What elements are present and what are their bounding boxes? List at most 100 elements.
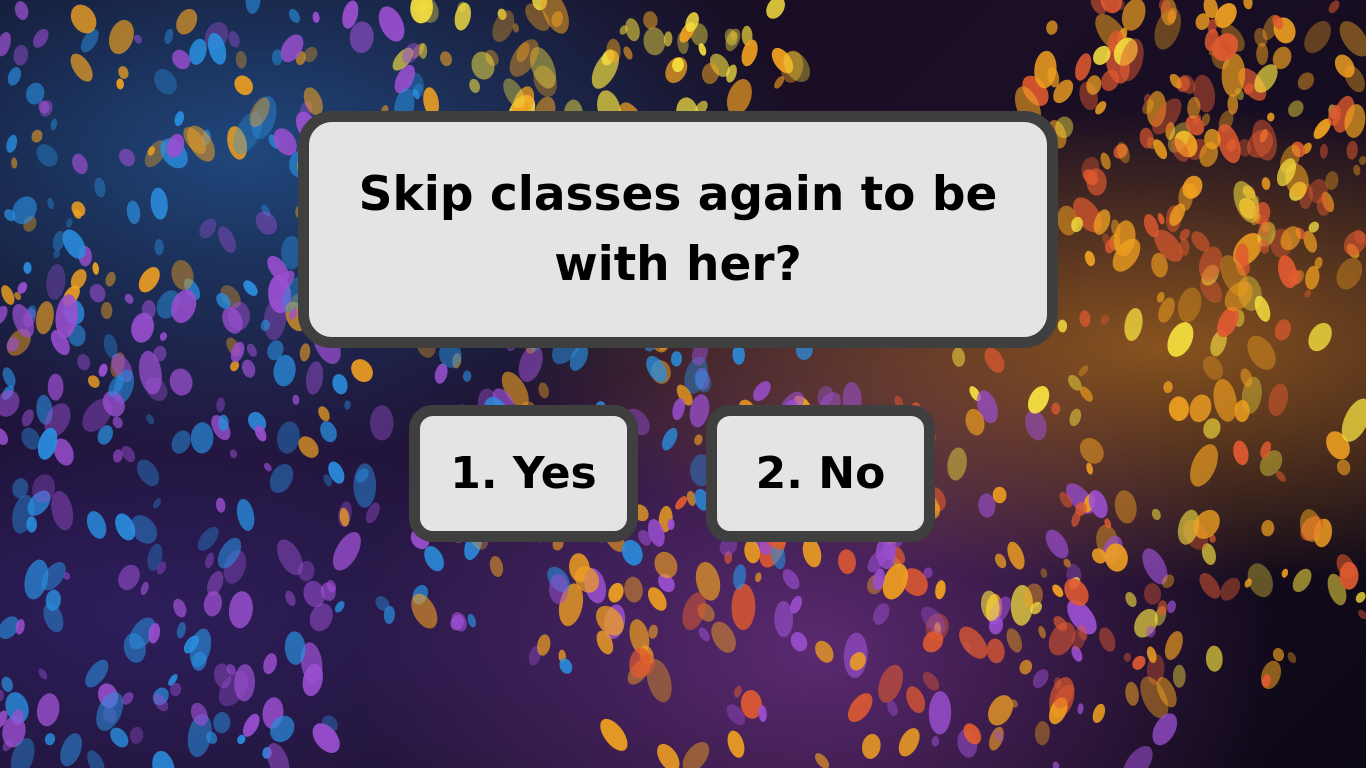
light-dot — [1190, 444, 1218, 487]
light-dot — [1166, 600, 1177, 614]
light-dot — [947, 447, 967, 481]
light-dot — [643, 11, 658, 30]
light-dot — [1319, 143, 1328, 159]
light-dot — [662, 427, 678, 451]
light-dot — [312, 11, 320, 23]
light-dot — [1358, 609, 1366, 620]
light-dot — [1114, 490, 1137, 524]
light-dot — [87, 750, 105, 768]
light-dot — [1027, 386, 1050, 414]
light-dot — [264, 462, 272, 472]
light-dot — [419, 42, 428, 59]
choice-yes-button[interactable]: 1. Yes — [409, 405, 638, 542]
light-dot — [643, 27, 666, 56]
light-dot — [1304, 20, 1331, 54]
light-dot — [741, 39, 758, 67]
light-dot — [129, 726, 144, 744]
choice-no-label: 2. No — [755, 448, 886, 499]
light-dot — [234, 75, 253, 96]
light-dot — [1292, 568, 1312, 593]
light-dot — [1032, 669, 1049, 689]
light-dot — [33, 28, 49, 48]
light-dot — [134, 34, 142, 44]
light-dot — [318, 406, 330, 422]
light-dot — [1077, 703, 1084, 715]
light-dot — [469, 78, 480, 93]
light-dot — [753, 381, 771, 402]
light-dot — [50, 118, 58, 131]
light-dot — [1124, 307, 1143, 342]
light-dot — [727, 730, 745, 758]
light-dot — [1339, 21, 1366, 57]
light-dot — [218, 414, 229, 432]
light-dot — [263, 653, 277, 675]
light-dot — [1057, 319, 1068, 333]
light-dot — [235, 50, 247, 69]
light-dot — [1199, 572, 1221, 599]
light-dot — [657, 743, 680, 768]
light-dot — [766, 0, 785, 19]
light-dot — [1123, 652, 1131, 662]
light-dot — [1019, 659, 1033, 675]
light-dot — [124, 293, 134, 304]
light-dot — [43, 602, 64, 633]
light-dot — [176, 8, 198, 35]
light-dot — [1261, 177, 1271, 190]
light-dot — [1006, 628, 1023, 653]
light-dot — [1358, 156, 1366, 165]
light-dot — [277, 421, 300, 454]
light-dot — [370, 405, 394, 441]
light-dot — [44, 733, 56, 746]
light-dot — [47, 197, 54, 210]
light-dot — [246, 343, 257, 357]
light-dot — [31, 129, 43, 143]
light-dot — [1164, 630, 1183, 661]
light-dot — [538, 382, 549, 399]
light-dot — [1079, 437, 1104, 464]
light-dot — [243, 280, 258, 296]
light-dot — [136, 459, 160, 487]
light-dot — [922, 672, 940, 691]
light-dot — [1353, 164, 1361, 176]
light-dot — [731, 583, 756, 631]
light-dot — [1336, 459, 1351, 476]
light-dot — [994, 553, 1007, 569]
light-dot — [228, 31, 240, 48]
light-dot — [344, 400, 351, 410]
light-dot — [873, 603, 890, 625]
light-dot — [1203, 356, 1223, 380]
light-dot — [378, 6, 405, 42]
light-dot — [305, 361, 324, 395]
light-dot — [154, 69, 177, 95]
light-dot — [1163, 381, 1173, 394]
light-dot — [625, 18, 640, 42]
light-dot — [92, 262, 99, 275]
light-dot — [173, 598, 187, 618]
light-dot — [1079, 310, 1091, 327]
light-dot — [1007, 541, 1025, 570]
light-dot — [119, 148, 135, 167]
light-dot — [1233, 440, 1249, 466]
light-dot — [648, 624, 658, 639]
light-dot — [1247, 335, 1276, 370]
light-dot — [959, 626, 988, 659]
light-dot — [984, 347, 1005, 373]
choice-no-button[interactable]: 2. No — [706, 405, 935, 542]
light-dot — [451, 612, 467, 632]
light-dot — [13, 44, 29, 66]
light-dot — [782, 569, 800, 590]
light-dot — [60, 733, 82, 767]
light-dot — [218, 226, 236, 253]
light-dot — [285, 590, 296, 606]
light-dot — [440, 51, 452, 67]
light-dot — [351, 359, 373, 383]
light-dot — [245, 0, 261, 14]
light-dot — [89, 283, 106, 303]
light-dot — [96, 691, 124, 731]
light-dot — [152, 750, 175, 768]
light-dot — [150, 187, 168, 220]
light-dot — [1346, 140, 1358, 160]
light-dot — [1336, 258, 1363, 290]
light-dot — [2, 367, 16, 388]
light-dot — [1167, 322, 1194, 357]
